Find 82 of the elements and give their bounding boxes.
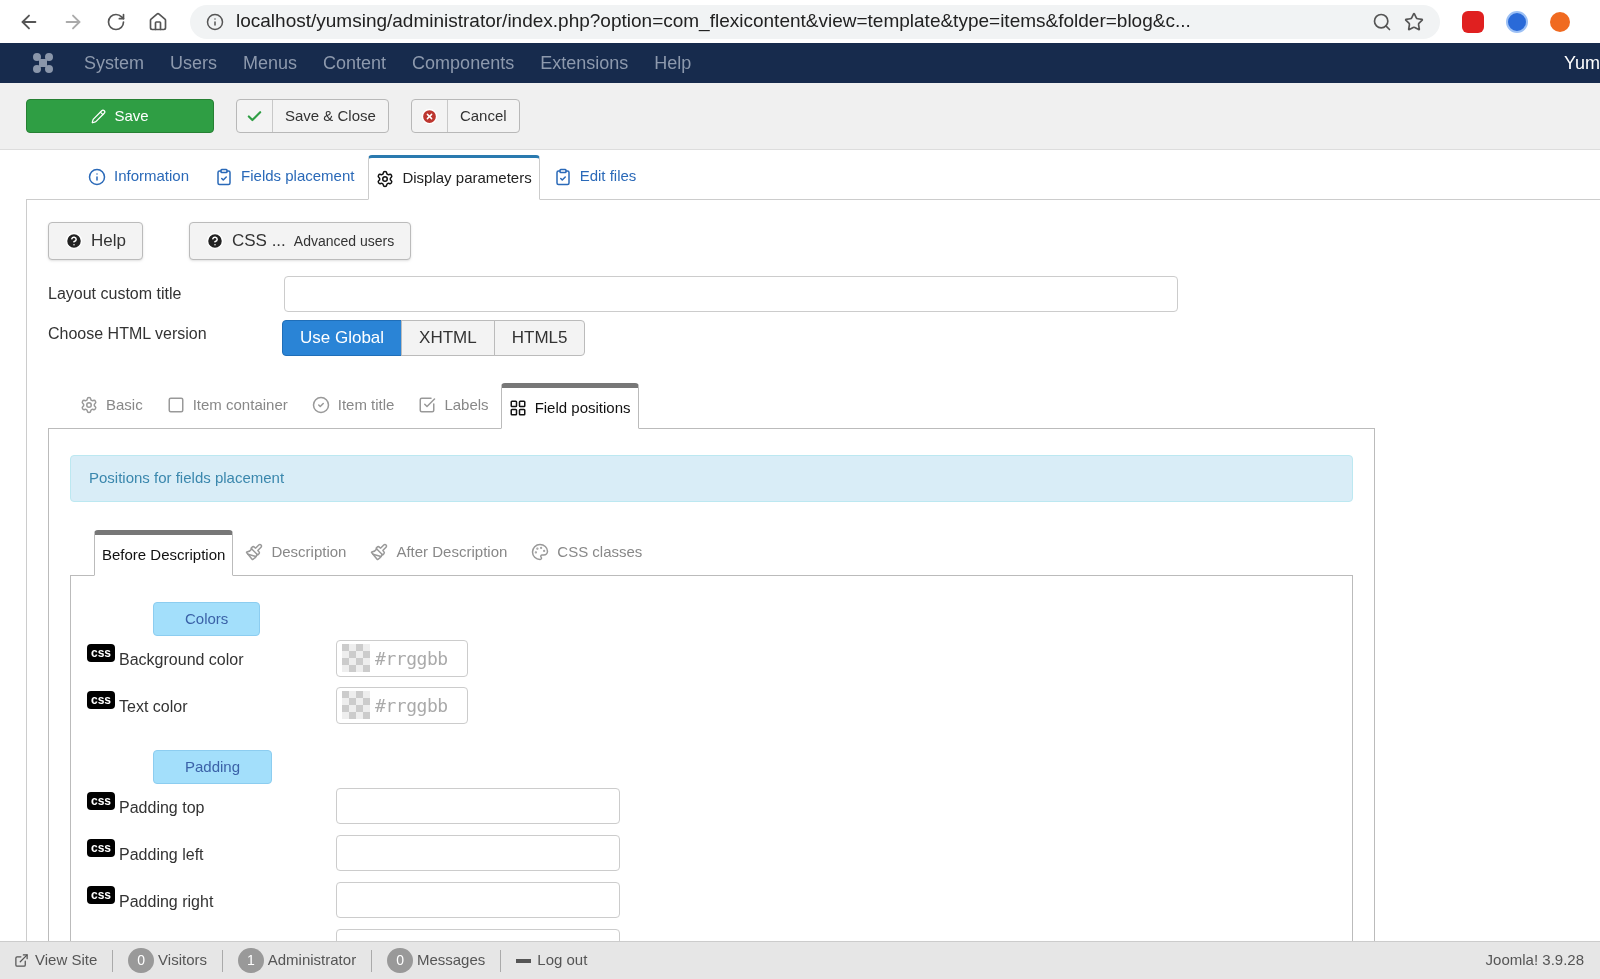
edit-icon	[91, 108, 107, 124]
nav-menu-item[interactable]: Content	[323, 49, 387, 77]
nav-menu-item[interactable]: Menus	[243, 49, 298, 77]
save-close-button[interactable]: Save & Close	[236, 99, 389, 133]
status-link[interactable]: 0 Messages	[387, 948, 486, 973]
transparent-swatch-icon	[342, 691, 370, 719]
html-version-option[interactable]: XHTML	[401, 320, 495, 356]
status-link[interactable]: 0 Visitors	[128, 948, 207, 973]
group-heading: Colors	[153, 602, 261, 636]
user-menu[interactable]: Yum	[1563, 49, 1600, 77]
tab[interactable]: Information	[76, 154, 202, 199]
grid-icon	[508, 399, 527, 417]
tab[interactable]: Item container	[154, 382, 300, 428]
help-button[interactable]: Help	[48, 222, 143, 260]
settings-icon	[376, 169, 395, 188]
nav-menu-item[interactable]: Components	[412, 49, 515, 77]
css-label: css	[87, 886, 116, 904]
field-label: Background color	[119, 650, 244, 670]
css-label: css	[87, 644, 116, 662]
checkbox-icon	[166, 396, 185, 414]
nav-menu-item[interactable]: Extensions	[540, 49, 629, 77]
tab[interactable]: Edit files	[541, 154, 649, 199]
html-version-option[interactable]: Use Global	[282, 320, 403, 356]
clipboard-icon	[553, 167, 572, 186]
version-text: Joomla! 3.9.28	[1485, 950, 1584, 971]
save-button[interactable]: Save	[26, 99, 214, 133]
tab[interactable]: Description	[233, 529, 359, 575]
field-label: Padding left	[119, 845, 204, 865]
text-field[interactable]	[336, 882, 620, 918]
field-label: Text color	[119, 697, 188, 717]
extension-icon[interactable]	[1550, 11, 1570, 32]
alert-text: Positions for fields placement	[89, 468, 285, 489]
info-icon	[88, 167, 106, 186]
layout-title-field[interactable]	[284, 276, 1178, 312]
nav-menu-item[interactable]: Users	[170, 49, 218, 77]
logout-link[interactable]: Log out	[516, 949, 588, 972]
help-icon	[205, 232, 224, 250]
star-icon[interactable]	[1404, 11, 1424, 32]
nav-menu-item[interactable]: Help	[654, 49, 692, 77]
minus-icon	[516, 958, 532, 963]
search-icon[interactable]	[1372, 11, 1392, 32]
group-heading: Padding	[153, 750, 273, 784]
tab[interactable]: Before Description	[94, 530, 234, 576]
checked-box-icon	[418, 396, 437, 414]
view-site-link[interactable]: View Site	[14, 949, 98, 972]
cancel-icon	[420, 107, 438, 125]
text-field[interactable]	[336, 788, 620, 824]
status-link[interactable]: 1 Administrator	[237, 948, 357, 973]
tab[interactable]: Field positions	[500, 383, 639, 429]
cancel-button[interactable]: Cancel	[410, 99, 520, 133]
css-help-button[interactable]: CSS ... Advanced users	[188, 222, 412, 260]
transparent-swatch-icon	[342, 644, 370, 672]
tab[interactable]: Labels	[406, 382, 501, 428]
url-text: localhost/yumsing/administrator/index.php?option=com_flexicontent&view=template&type=items&folder=blog&c...	[236, 9, 1192, 34]
tab[interactable]: Display parameters	[368, 155, 540, 200]
tab[interactable]: Item title	[299, 382, 407, 428]
field-label: Choose HTML version	[48, 324, 208, 344]
field-label: Padding right	[119, 892, 214, 912]
tab[interactable]: After Description	[358, 529, 520, 575]
field-label: Layout custom title	[48, 284, 183, 304]
tab[interactable]: Basic	[68, 382, 155, 428]
css-label: css	[87, 839, 116, 857]
help-icon	[65, 232, 83, 250]
field-label: Padding top	[119, 798, 205, 818]
css-label: css	[87, 792, 116, 810]
address-bar[interactable]: localhost/yumsing/administrator/index.php?option=com_flexicontent&view=template&type=items&folder=blog&c...	[190, 4, 1440, 39]
tab[interactable]: CSS classes	[519, 529, 655, 575]
external-link-icon	[14, 953, 29, 968]
html-version-option[interactable]: HTML5	[493, 320, 586, 356]
reload-icon[interactable]	[106, 11, 126, 32]
check-circle-icon	[311, 396, 330, 414]
nav-menu-item[interactable]: System	[84, 49, 144, 77]
info-icon	[206, 12, 224, 31]
css-label: css	[87, 691, 116, 709]
gear-icon	[80, 396, 98, 414]
tab[interactable]: Fields placement	[203, 154, 367, 199]
brush-icon	[370, 543, 389, 561]
text-field[interactable]	[336, 835, 620, 871]
clipboard-icon	[215, 167, 234, 186]
palette-icon	[531, 543, 550, 561]
home-icon[interactable]	[148, 11, 168, 32]
brush-icon	[245, 543, 264, 561]
